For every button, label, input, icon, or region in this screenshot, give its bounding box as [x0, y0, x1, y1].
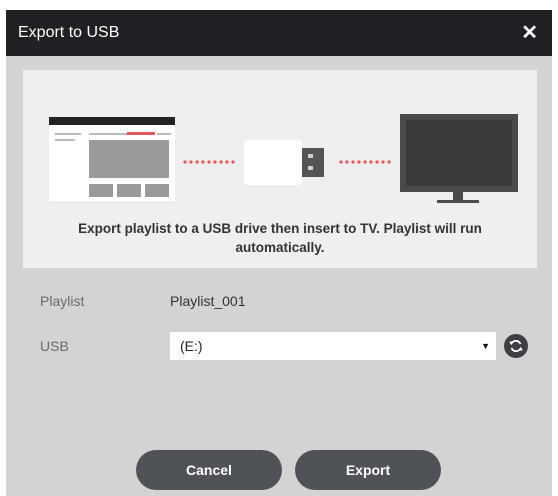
- usb-selected-value: (E:): [180, 338, 203, 354]
- export-instructions: Export playlist to a USB drive then inse…: [78, 221, 482, 255]
- export-illustration: [49, 114, 518, 203]
- refresh-icon[interactable]: [504, 334, 528, 358]
- usb-drive-select[interactable]: (E:) ▼: [170, 332, 496, 360]
- close-icon[interactable]: ✕: [521, 23, 538, 43]
- usb-drive-icon: [244, 140, 324, 185]
- cancel-button[interactable]: Cancel: [136, 450, 282, 490]
- right-dotted-connector: [339, 160, 391, 164]
- dropdown-arrow-icon: ▼: [481, 341, 490, 351]
- playlist-screen-icon: [49, 117, 175, 201]
- playlist-label: Playlist: [40, 293, 85, 309]
- export-button[interactable]: Export: [295, 450, 441, 490]
- playlist-row: Playlist Playlist_001: [40, 293, 246, 309]
- export-to-usb-dialog: Export to USB ✕ Export playlist to a USB…: [6, 10, 552, 496]
- playlist-name: Playlist_001: [170, 293, 246, 309]
- left-dotted-connector: [183, 160, 235, 164]
- usb-row: USB (E:) ▼: [40, 332, 528, 360]
- usb-label: USB: [40, 338, 69, 354]
- dialog-titlebar: Export to USB ✕: [6, 10, 552, 56]
- tv-monitor-icon: [400, 114, 518, 203]
- info-panel: Export playlist to a USB drive then inse…: [23, 70, 537, 268]
- dialog-title: Export to USB: [18, 24, 120, 41]
